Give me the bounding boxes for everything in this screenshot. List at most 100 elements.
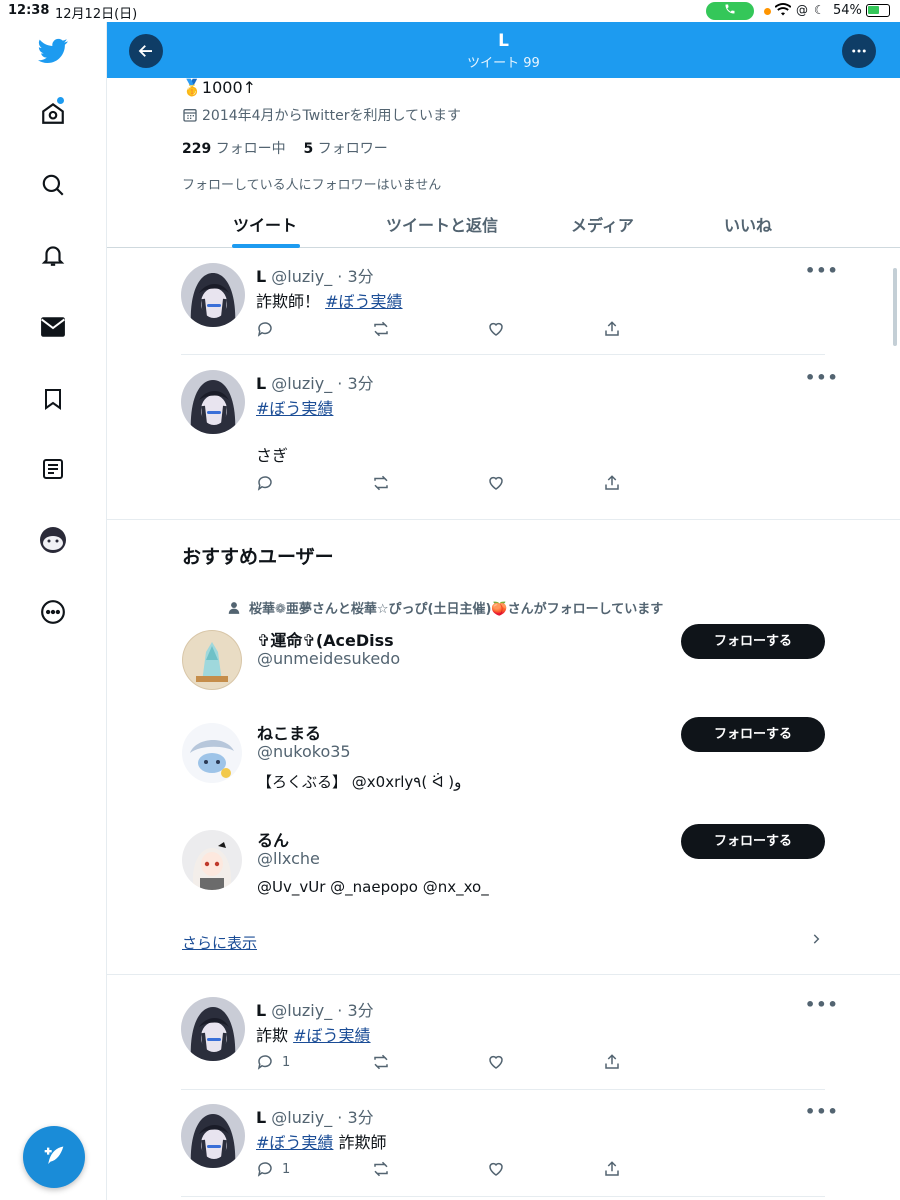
tab-media[interactable]: メディア	[571, 212, 634, 236]
tweet-time[interactable]: · 3分	[337, 374, 373, 393]
tweet-more-icon[interactable]: •••	[805, 261, 839, 280]
tweet-author-name[interactable]: L	[256, 1001, 266, 1020]
reply-button[interactable]: 1	[256, 1160, 290, 1178]
user-handle: @nukoko35	[257, 742, 351, 761]
like-button[interactable]	[487, 320, 505, 338]
tweet-avatar[interactable]	[181, 997, 245, 1061]
joined-text: 2014年4月からTwitterを利用しています	[202, 108, 462, 124]
share-button[interactable]	[603, 1160, 621, 1178]
following-count: 229	[182, 141, 212, 157]
hashtag-link[interactable]: #ぼう実績	[325, 292, 402, 311]
tweet-avatar[interactable]	[181, 370, 245, 434]
tab-tweets[interactable]: ツイート	[233, 212, 297, 236]
hashtag-link[interactable]: #ぼう実績	[256, 1133, 333, 1152]
share-button[interactable]	[603, 474, 621, 492]
tweet-meta: L @luziy_ · 3分	[256, 263, 374, 287]
chevron-right-icon[interactable]	[809, 930, 823, 948]
tweet-more-icon[interactable]: •••	[805, 1102, 839, 1121]
retweet-icon	[374, 321, 388, 337]
follow-button[interactable]: フォローする	[681, 717, 825, 752]
tweet-text-after: 詐欺師	[338, 1133, 387, 1152]
reply-button[interactable]	[256, 474, 274, 492]
header-title: L	[498, 31, 509, 51]
twitter-logo-icon[interactable]	[38, 36, 68, 66]
call-indicator[interactable]	[706, 2, 754, 20]
following-label: フォロー中	[215, 141, 286, 157]
tweet-time[interactable]: · 3分	[337, 267, 373, 286]
share-button[interactable]	[603, 1053, 621, 1071]
following-link[interactable]: 229 フォロー中	[182, 141, 286, 157]
tweet-actions	[256, 320, 626, 342]
like-button[interactable]	[487, 1053, 505, 1071]
tweet-author-name[interactable]: L	[256, 267, 266, 286]
user-avatar[interactable]	[182, 830, 242, 890]
heart-icon	[489, 1162, 503, 1176]
tweet-text-main: 詐欺	[256, 1026, 289, 1045]
tweet-avatar[interactable]	[181, 263, 245, 327]
reply-button[interactable]: 1	[256, 1053, 290, 1071]
bell-icon[interactable]	[38, 240, 68, 270]
tab-likes[interactable]: いいね	[724, 212, 772, 236]
tweet-more-icon[interactable]: •••	[805, 995, 839, 1014]
mail-icon[interactable]	[38, 312, 68, 342]
user-name[interactable]: るん	[257, 827, 289, 851]
recommend-users-title: おすすめユーザー	[182, 546, 334, 568]
retweet-button[interactable]	[371, 1053, 391, 1071]
like-button[interactable]	[487, 474, 505, 492]
user-bio: 【ろくぶる】 @x0xrly٩( ᐛ )و	[257, 773, 462, 791]
tweet-time[interactable]: · 3分	[337, 1108, 373, 1127]
retweet-button[interactable]	[371, 1160, 391, 1178]
profile-header: L ツイート 99	[107, 22, 900, 78]
header-more-button[interactable]	[842, 34, 876, 68]
header-tweet-count: ツイート 99	[467, 56, 540, 71]
user-name[interactable]: ねこまる	[257, 720, 321, 744]
social-context: 桜華❁亜夢さんと桜華☆ぴっぴ(土日主催)🍑さんがフォローしています	[227, 598, 663, 617]
hashtag-link[interactable]: #ぼう実績	[256, 399, 333, 418]
tweet-author-name[interactable]: L	[256, 374, 266, 393]
follow-button[interactable]: フォローする	[681, 624, 825, 659]
search-icon[interactable]	[38, 170, 68, 200]
share-icon	[605, 1161, 619, 1176]
tweet-avatar[interactable]	[181, 1104, 245, 1168]
list-icon[interactable]	[38, 454, 68, 484]
user-avatar[interactable]	[182, 723, 242, 783]
bookmark-icon[interactable]	[38, 384, 68, 414]
reply-button[interactable]	[256, 320, 274, 338]
like-button[interactable]	[487, 1160, 505, 1178]
followers-link[interactable]: 5 フォロワー	[304, 141, 388, 157]
section-divider	[107, 519, 900, 520]
status-date: 12月12日(日)	[55, 7, 138, 22]
share-button[interactable]	[603, 320, 621, 338]
retweet-icon	[374, 1054, 388, 1070]
section-divider	[107, 974, 900, 975]
compose-button[interactable]	[23, 1126, 85, 1188]
tweet-time[interactable]: · 3分	[337, 1001, 373, 1020]
show-more-link[interactable]: さらに表示	[182, 932, 257, 953]
share-icon	[605, 475, 619, 490]
tweet-text: #ぼう実績	[256, 395, 333, 419]
profile-tabs: ツイート ツイートと返信 メディア いいね	[107, 202, 900, 248]
retweet-button[interactable]	[371, 474, 391, 492]
tweet-author-handle: @luziy_	[271, 267, 333, 286]
scrollbar[interactable]	[893, 268, 897, 346]
tab-tweets-replies[interactable]: ツイートと返信	[386, 212, 498, 236]
tweet-meta: L @luziy_ · 3分	[256, 370, 374, 394]
user-name[interactable]: ✞運命✞(AceDiss	[257, 627, 394, 651]
follow-button[interactable]: フォローする	[681, 824, 825, 859]
active-tab-indicator	[232, 244, 300, 248]
home-icon[interactable]	[38, 97, 68, 128]
more-horizontal-icon	[852, 49, 866, 53]
more-circle-icon[interactable]	[38, 597, 68, 627]
retweet-button[interactable]	[371, 320, 391, 338]
share-icon	[605, 1054, 619, 1069]
tweet-text: 詐欺 #ぼう実績	[256, 1022, 371, 1046]
compose-icon	[44, 1146, 64, 1164]
tweet-author-handle: @luziy_	[271, 374, 333, 393]
hashtag-link[interactable]: #ぼう実績	[293, 1026, 370, 1045]
user-avatar[interactable]	[182, 630, 242, 690]
sidebar	[0, 22, 107, 1200]
profile-avatar-icon[interactable]	[38, 525, 68, 555]
tweet-more-icon[interactable]: •••	[805, 368, 839, 387]
tweet-author-name[interactable]: L	[256, 1108, 266, 1127]
tweet-author-handle: @luziy_	[271, 1108, 333, 1127]
